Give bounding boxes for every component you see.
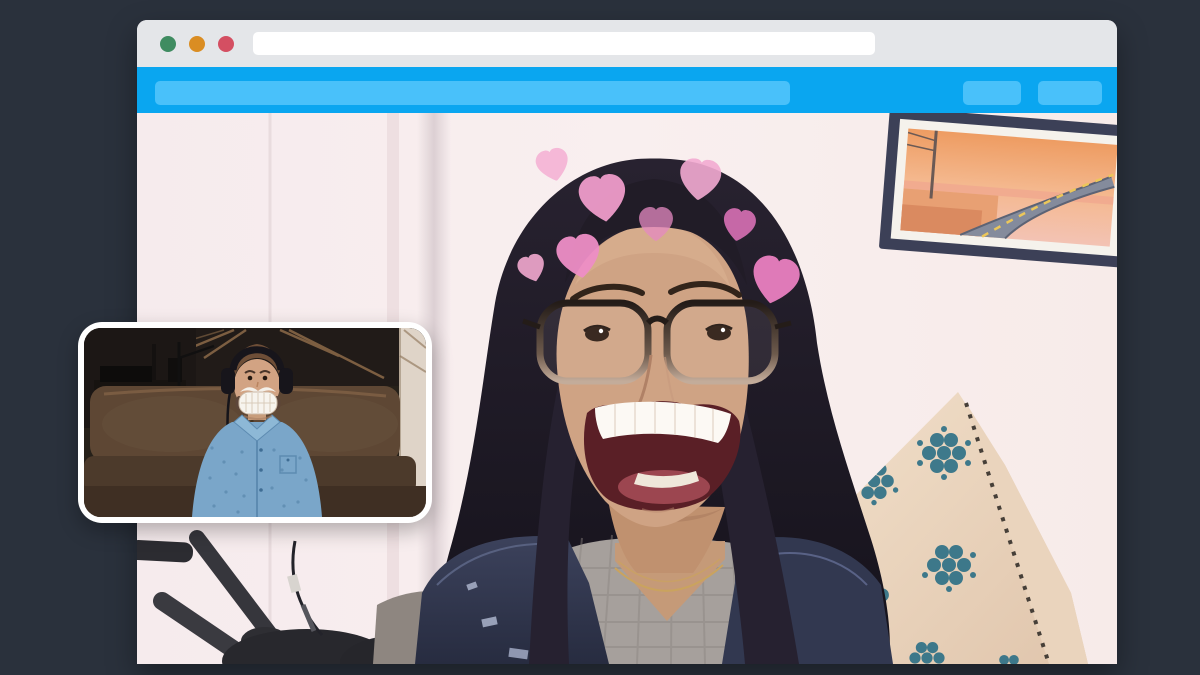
url-bar[interactable] bbox=[253, 32, 875, 55]
traffic-light-red-icon[interactable] bbox=[218, 36, 234, 52]
browser-chrome-bar bbox=[137, 20, 1117, 67]
toolbar bbox=[137, 67, 1117, 113]
traffic-light-green-icon[interactable] bbox=[160, 36, 176, 52]
framed-picture bbox=[879, 113, 1117, 268]
toolbar-button-1[interactable] bbox=[963, 81, 1021, 105]
pip-video-scene bbox=[84, 328, 426, 517]
pip-video[interactable] bbox=[78, 322, 432, 523]
toolbar-search-input[interactable] bbox=[155, 81, 790, 105]
pip-video-frame bbox=[84, 328, 426, 517]
toolbar-button-2[interactable] bbox=[1038, 81, 1102, 105]
desktop-background: { "colors": { "bg": "#2a313c", "chrome":… bbox=[0, 0, 1200, 675]
traffic-light-orange-icon[interactable] bbox=[189, 36, 205, 52]
